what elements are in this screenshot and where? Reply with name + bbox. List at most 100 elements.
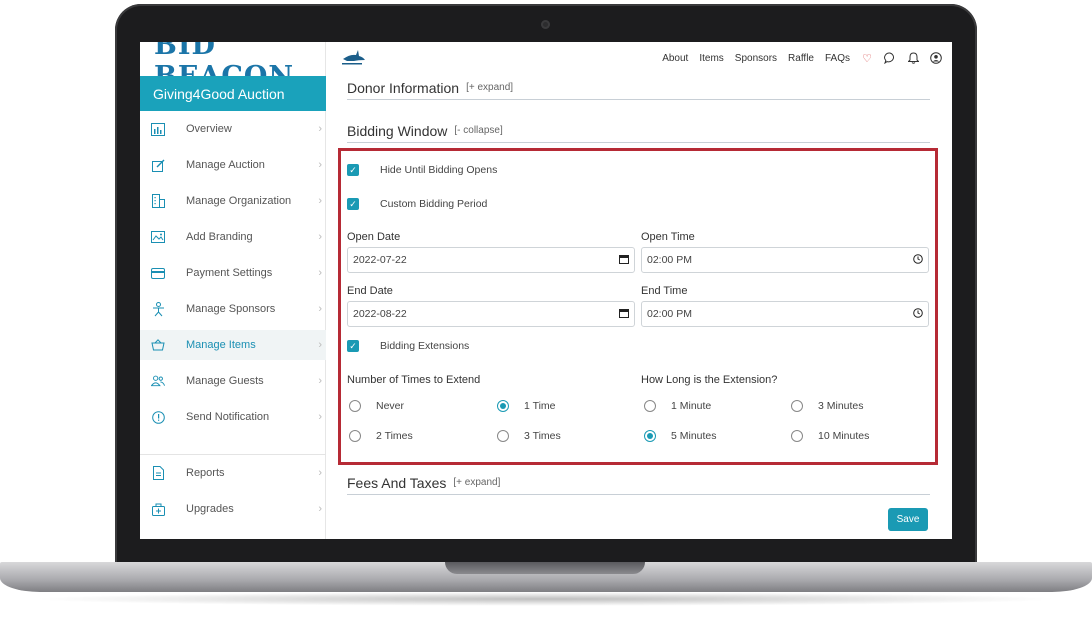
sidebar-item-send-notification[interactable]: Send Notification › <box>140 402 326 432</box>
radio-5-minutes[interactable]: 5 Minutes <box>644 430 717 442</box>
shark-logo-icon[interactable] <box>342 48 366 66</box>
building-icon <box>151 194 165 208</box>
open-time-value: 02:00 PM <box>647 254 692 266</box>
radio-unselected-icon[interactable] <box>791 430 803 442</box>
radio-10-minutes[interactable]: 10 Minutes <box>791 430 869 442</box>
checkbox-label: Custom Bidding Period <box>380 198 488 210</box>
sidebar-item-manage-items[interactable]: Manage Items › <box>140 330 326 360</box>
sidebar-item-manage-sponsors[interactable]: Manage Sponsors › <box>140 294 326 324</box>
end-date-input[interactable]: 2022-08-22 <box>347 301 635 327</box>
expand-toggle[interactable]: [+ expand] <box>466 82 513 93</box>
section-donor-information: Donor Information [+ expand] <box>347 76 930 100</box>
radio-label: 5 Minutes <box>671 430 717 442</box>
sidebar-item-overview[interactable]: Overview › <box>140 114 326 144</box>
radio-label: 1 Minute <box>671 400 712 412</box>
radio-2-times[interactable]: 2 Times <box>349 430 413 442</box>
chevron-right-icon: › <box>318 123 322 135</box>
bidding-extensions-checkbox[interactable]: ✓ Bidding Extensions <box>347 340 469 352</box>
save-button[interactable]: Save <box>888 508 928 531</box>
radio-3-times[interactable]: 3 Times <box>497 430 561 442</box>
users-icon <box>151 374 165 388</box>
nav-link-faqs[interactable]: FAQs <box>825 53 850 64</box>
checkbox-checked-icon[interactable]: ✓ <box>347 198 359 210</box>
checkbox-checked-icon[interactable]: ✓ <box>347 164 359 176</box>
open-time-input[interactable]: 02:00 PM <box>641 247 929 273</box>
sidebar-item-manage-guests[interactable]: Manage Guests › <box>140 366 326 396</box>
nav-link-sponsors[interactable]: Sponsors <box>735 53 777 64</box>
chevron-right-icon: › <box>318 231 322 243</box>
sidebar-item-upgrades[interactable]: Upgrades › <box>140 494 326 524</box>
bell-icon[interactable] <box>907 52 919 64</box>
radio-never[interactable]: Never <box>349 400 404 412</box>
bar-chart-icon <box>151 122 165 136</box>
end-time-input[interactable]: 02:00 PM <box>641 301 929 327</box>
open-date-label: Open Date <box>347 231 401 243</box>
radio-1-minute[interactable]: 1 Minute <box>644 400 711 412</box>
nav-link-items[interactable]: Items <box>699 53 723 64</box>
sidebar-item-payment-settings[interactable]: Payment Settings › <box>140 258 326 288</box>
section-fees-and-taxes: Fees And Taxes [+ expand] <box>347 471 930 495</box>
radio-selected-icon[interactable] <box>644 430 656 442</box>
open-date-input[interactable]: 2022-07-22 <box>347 247 635 273</box>
sidebar: BID BEACON Giving4Good Auction Overview … <box>140 42 326 539</box>
checkbox-checked-icon[interactable]: ✓ <box>347 340 359 352</box>
checkbox-label: Hide Until Bidding Opens <box>380 164 498 176</box>
webcam <box>541 20 550 29</box>
hide-until-opens-checkbox[interactable]: ✓ Hide Until Bidding Opens <box>347 164 497 176</box>
sidebar-item-label: Manage Organization <box>186 195 292 207</box>
brand-logo[interactable]: BID BEACON <box>154 42 314 92</box>
sidebar-item-label: Manage Items <box>186 339 256 351</box>
radio-unselected-icon[interactable] <box>644 400 656 412</box>
radio-label: 3 Minutes <box>818 400 864 412</box>
chevron-right-icon: › <box>318 339 322 351</box>
radio-1-time[interactable]: 1 Time <box>497 400 556 412</box>
clock-icon[interactable] <box>913 253 923 267</box>
chevron-right-icon: › <box>318 303 322 315</box>
radio-unselected-icon[interactable] <box>349 430 361 442</box>
calendar-icon[interactable] <box>619 308 629 321</box>
radio-3-minutes[interactable]: 3 Minutes <box>791 400 864 412</box>
section-title: Donor Information <box>347 79 460 96</box>
expand-toggle[interactable]: [+ expand] <box>453 477 500 488</box>
radio-label: 2 Times <box>376 430 413 442</box>
section-bidding-window: Bidding Window [- collapse] <box>347 119 930 143</box>
credit-card-icon <box>151 266 165 280</box>
sidebar-item-manage-auction[interactable]: Manage Auction › <box>140 150 326 180</box>
document-icon <box>151 466 165 480</box>
sidebar-divider <box>140 454 326 455</box>
sidebar-item-manage-organization[interactable]: Manage Organization › <box>140 186 326 216</box>
chevron-right-icon: › <box>318 503 322 515</box>
organization-name[interactable]: Giving4Good Auction <box>140 76 326 111</box>
end-date-value: 2022-08-22 <box>353 308 407 320</box>
laptop-mockup: BID BEACON Giving4Good Auction Overview … <box>0 0 1092 627</box>
calendar-icon[interactable] <box>619 254 629 267</box>
radio-unselected-icon[interactable] <box>791 400 803 412</box>
chevron-right-icon: › <box>318 159 322 171</box>
section-title: Fees And Taxes <box>347 474 447 491</box>
end-time-value: 02:00 PM <box>647 308 692 320</box>
chevron-right-icon: › <box>318 375 322 387</box>
radio-unselected-icon[interactable] <box>497 430 509 442</box>
nav-link-about[interactable]: About <box>662 53 688 64</box>
app-screen: BID BEACON Giving4Good Auction Overview … <box>140 42 952 539</box>
custom-bidding-period-checkbox[interactable]: ✓ Custom Bidding Period <box>347 198 487 210</box>
chevron-right-icon: › <box>318 411 322 423</box>
main-content: Donor Information [+ expand] Bidding Win… <box>326 74 952 539</box>
sidebar-item-label: Send Notification <box>186 411 270 423</box>
radio-unselected-icon[interactable] <box>349 400 361 412</box>
laptop-shadow <box>30 592 1062 606</box>
chevron-right-icon: › <box>318 467 322 479</box>
clock-icon[interactable] <box>913 307 923 321</box>
sidebar-item-reports[interactable]: Reports › <box>140 458 326 488</box>
account-icon[interactable] <box>930 52 942 64</box>
radio-selected-icon[interactable] <box>497 400 509 412</box>
sidebar-item-label: Payment Settings <box>186 267 273 279</box>
chevron-right-icon: › <box>318 195 322 207</box>
nav-link-raffle[interactable]: Raffle <box>788 53 814 64</box>
laptop-notch <box>445 562 645 574</box>
chat-icon[interactable] <box>884 52 896 64</box>
sidebar-item-add-branding[interactable]: Add Branding › <box>140 222 326 252</box>
heart-icon[interactable]: ♡ <box>861 52 873 65</box>
collapse-toggle[interactable]: [- collapse] <box>454 125 502 136</box>
alert-icon <box>151 410 165 424</box>
